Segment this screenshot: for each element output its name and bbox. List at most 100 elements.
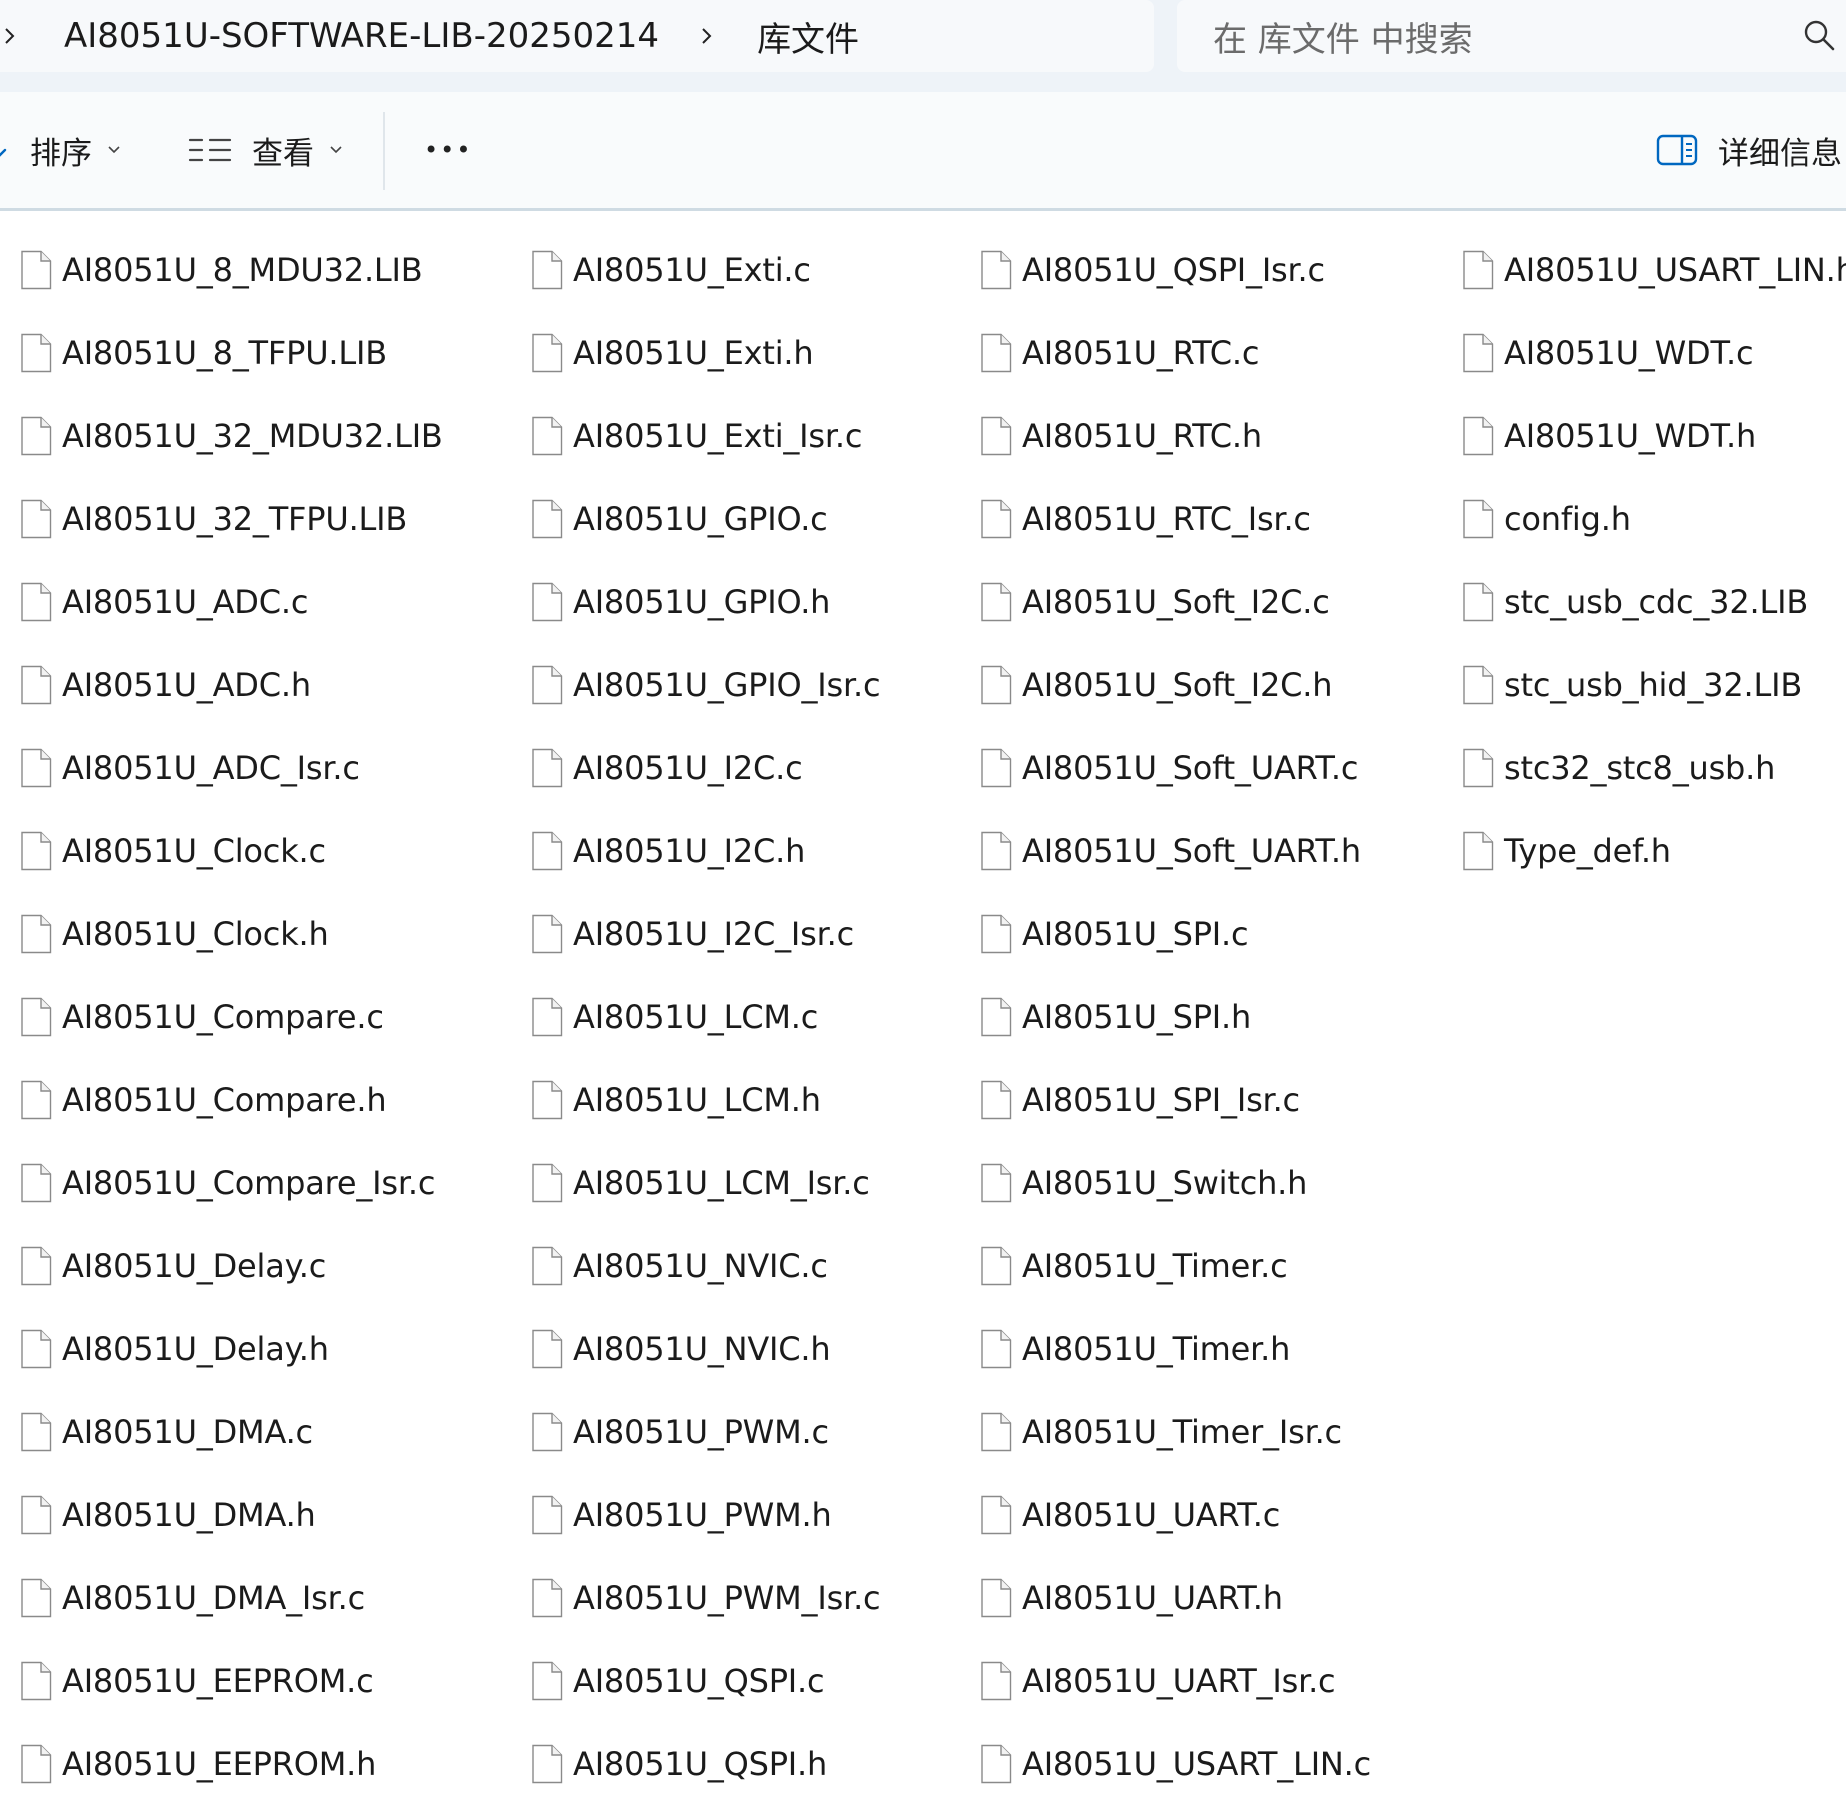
file-item[interactable]: AI8051U_Timer.h <box>980 1307 1371 1390</box>
file-item[interactable]: AI8051U_USART_LIN.c <box>980 1722 1371 1799</box>
file-item[interactable]: AI8051U_RTC.c <box>980 311 1371 394</box>
file-item[interactable]: AI8051U_ADC.c <box>20 560 443 643</box>
file-item[interactable]: AI8051U_Timer_Isr.c <box>980 1390 1371 1473</box>
file-item[interactable]: Type_def.h <box>1462 809 1846 892</box>
file-item[interactable]: AI8051U_WDT.h <box>1462 394 1846 477</box>
file-name: AI8051U_Delay.h <box>62 1329 329 1368</box>
file-item[interactable]: stc_usb_hid_32.LIB <box>1462 643 1846 726</box>
file-item[interactable]: AI8051U_Clock.h <box>20 892 443 975</box>
file-icon <box>531 333 563 373</box>
file-item[interactable]: AI8051U_PWM.h <box>531 1473 880 1556</box>
file-item[interactable]: AI8051U_DMA.c <box>20 1390 443 1473</box>
file-item[interactable]: AI8051U_I2C_Isr.c <box>531 892 880 975</box>
file-item[interactable]: AI8051U_Exti.h <box>531 311 880 394</box>
sort-button[interactable]: 排序 <box>0 92 122 208</box>
file-item[interactable]: AI8051U_Soft_UART.h <box>980 809 1371 892</box>
file-item[interactable]: AI8051U_LCM.c <box>531 975 880 1058</box>
file-item[interactable]: AI8051U_Timer.c <box>980 1224 1371 1307</box>
file-icon <box>531 499 563 539</box>
file-item[interactable]: AI8051U_RTC.h <box>980 394 1371 477</box>
file-item[interactable]: AI8051U_QSPI_Isr.c <box>980 228 1371 311</box>
file-item[interactable]: AI8051U_QSPI.h <box>531 1722 880 1799</box>
file-item[interactable]: AI8051U_EEPROM.c <box>20 1639 443 1722</box>
file-item[interactable]: AI8051U_Delay.h <box>20 1307 443 1390</box>
file-item[interactable]: AI8051U_32_TFPU.LIB <box>20 477 443 560</box>
file-icon <box>531 914 563 954</box>
details-pane-button[interactable]: 详细信息 <box>1656 92 1842 208</box>
file-icon <box>20 1412 52 1452</box>
file-item[interactable]: AI8051U_LCM.h <box>531 1058 880 1141</box>
file-item[interactable]: AI8051U_PWM_Isr.c <box>531 1556 881 1639</box>
file-item[interactable]: AI8051U_Exti.c <box>531 228 880 311</box>
file-icon <box>1462 499 1494 539</box>
chevron-right-icon[interactable] <box>0 26 20 46</box>
file-name: AI8051U_PWM.h <box>573 1495 832 1534</box>
file-item[interactable]: AI8051U_SPI_Isr.c <box>980 1058 1371 1141</box>
file-icon <box>531 997 563 1037</box>
file-icon <box>980 1246 1012 1286</box>
file-name: AI8051U_DMA_Isr.c <box>62 1578 366 1617</box>
file-icon <box>20 748 52 788</box>
chevron-right-icon[interactable] <box>697 26 717 46</box>
file-name: AI8051U_UART.c <box>1022 1495 1281 1534</box>
file-item[interactable]: AI8051U_ADC_Isr.c <box>20 726 443 809</box>
breadcrumb-item-root[interactable]: AI8051U-SOFTWARE-LIB-20250214 <box>64 16 659 56</box>
file-item[interactable]: AI8051U_Compare.h <box>20 1058 443 1141</box>
file-item[interactable]: AI8051U_32_MDU32.LIB <box>20 394 443 477</box>
file-item[interactable]: AI8051U_USART_LIN.h <box>1462 228 1846 311</box>
file-item[interactable]: AI8051U_Switch.h <box>980 1141 1371 1224</box>
file-item[interactable]: AI8051U_Exti_Isr.c <box>531 394 880 477</box>
file-item[interactable]: AI8051U_UART.h <box>980 1556 1371 1639</box>
view-button[interactable]: 查看 <box>188 92 344 208</box>
file-item[interactable]: AI8051U_Soft_I2C.h <box>980 643 1371 726</box>
file-item[interactable]: AI8051U_Delay.c <box>20 1224 443 1307</box>
file-icon <box>980 1080 1012 1120</box>
file-item[interactable]: config.h <box>1462 477 1846 560</box>
file-icon <box>1462 416 1494 456</box>
file-column: AI8051U_8_MDU32.LIB AI8051U_8_TFPU.LIB AI8… <box>20 228 443 1799</box>
file-name: AI8051U_LCM.h <box>573 1080 821 1119</box>
file-item[interactable]: AI8051U_ADC.h <box>20 643 443 726</box>
file-item[interactable]: AI8051U_DMA_Isr.c <box>20 1556 443 1639</box>
file-item[interactable]: AI8051U_EEPROM.h <box>20 1722 443 1799</box>
breadcrumb[interactable]: AI8051U-SOFTWARE-LIB-20250214 库文件 <box>0 0 1154 72</box>
file-icon <box>531 1163 563 1203</box>
file-item[interactable]: AI8051U_Clock.c <box>20 809 443 892</box>
file-item[interactable]: AI8051U_8_TFPU.LIB <box>20 311 443 394</box>
file-name: AI8051U_I2C.c <box>573 748 803 787</box>
file-item[interactable]: AI8051U_GPIO_Isr.c <box>531 643 881 726</box>
file-name: AI8051U_Clock.c <box>62 831 326 870</box>
file-item[interactable]: AI8051U_Compare_Isr.c <box>20 1141 443 1224</box>
file-item[interactable]: AI8051U_WDT.c <box>1462 311 1846 394</box>
file-item[interactable]: stc32_stc8_usb.h <box>1462 726 1846 809</box>
file-item[interactable]: AI8051U_8_MDU32.LIB <box>20 228 443 311</box>
file-item[interactable]: AI8051U_NVIC.h <box>531 1307 880 1390</box>
file-item[interactable]: AI8051U_Soft_I2C.c <box>980 560 1371 643</box>
file-item[interactable]: AI8051U_UART_Isr.c <box>980 1639 1371 1722</box>
file-item[interactable]: AI8051U_I2C.h <box>531 809 880 892</box>
file-item[interactable]: AI8051U_UART.c <box>980 1473 1371 1556</box>
file-icon <box>20 1163 52 1203</box>
file-item[interactable]: AI8051U_QSPI.c <box>531 1639 880 1722</box>
file-item[interactable]: AI8051U_SPI.c <box>980 892 1371 975</box>
file-name: AI8051U_Delay.c <box>62 1246 327 1285</box>
file-item[interactable]: AI8051U_PWM.c <box>531 1390 880 1473</box>
file-icon <box>531 1412 563 1452</box>
file-item[interactable]: stc_usb_cdc_32.LIB <box>1462 560 1846 643</box>
more-options-button[interactable]: ••• <box>424 92 472 208</box>
file-item[interactable]: AI8051U_Compare.c <box>20 975 443 1058</box>
breadcrumb-item-current[interactable]: 库文件 <box>757 12 859 61</box>
file-item[interactable]: AI8051U_DMA.h <box>20 1473 443 1556</box>
search-input[interactable]: 在 库文件 中搜索 <box>1177 0 1846 72</box>
file-item[interactable]: AI8051U_LCM_Isr.c <box>531 1141 880 1224</box>
file-item[interactable]: AI8051U_SPI.h <box>980 975 1371 1058</box>
search-icon[interactable] <box>1802 18 1836 52</box>
file-item[interactable]: AI8051U_NVIC.c <box>531 1224 880 1307</box>
file-item[interactable]: AI8051U_Soft_UART.c <box>980 726 1371 809</box>
file-item[interactable]: AI8051U_RTC_Isr.c <box>980 477 1371 560</box>
file-item[interactable]: AI8051U_I2C.c <box>531 726 880 809</box>
file-icon <box>531 250 563 290</box>
file-item[interactable]: AI8051U_GPIO.h <box>531 560 880 643</box>
file-name: AI8051U_Soft_UART.h <box>1022 831 1361 870</box>
file-item[interactable]: AI8051U_GPIO.c <box>531 477 880 560</box>
